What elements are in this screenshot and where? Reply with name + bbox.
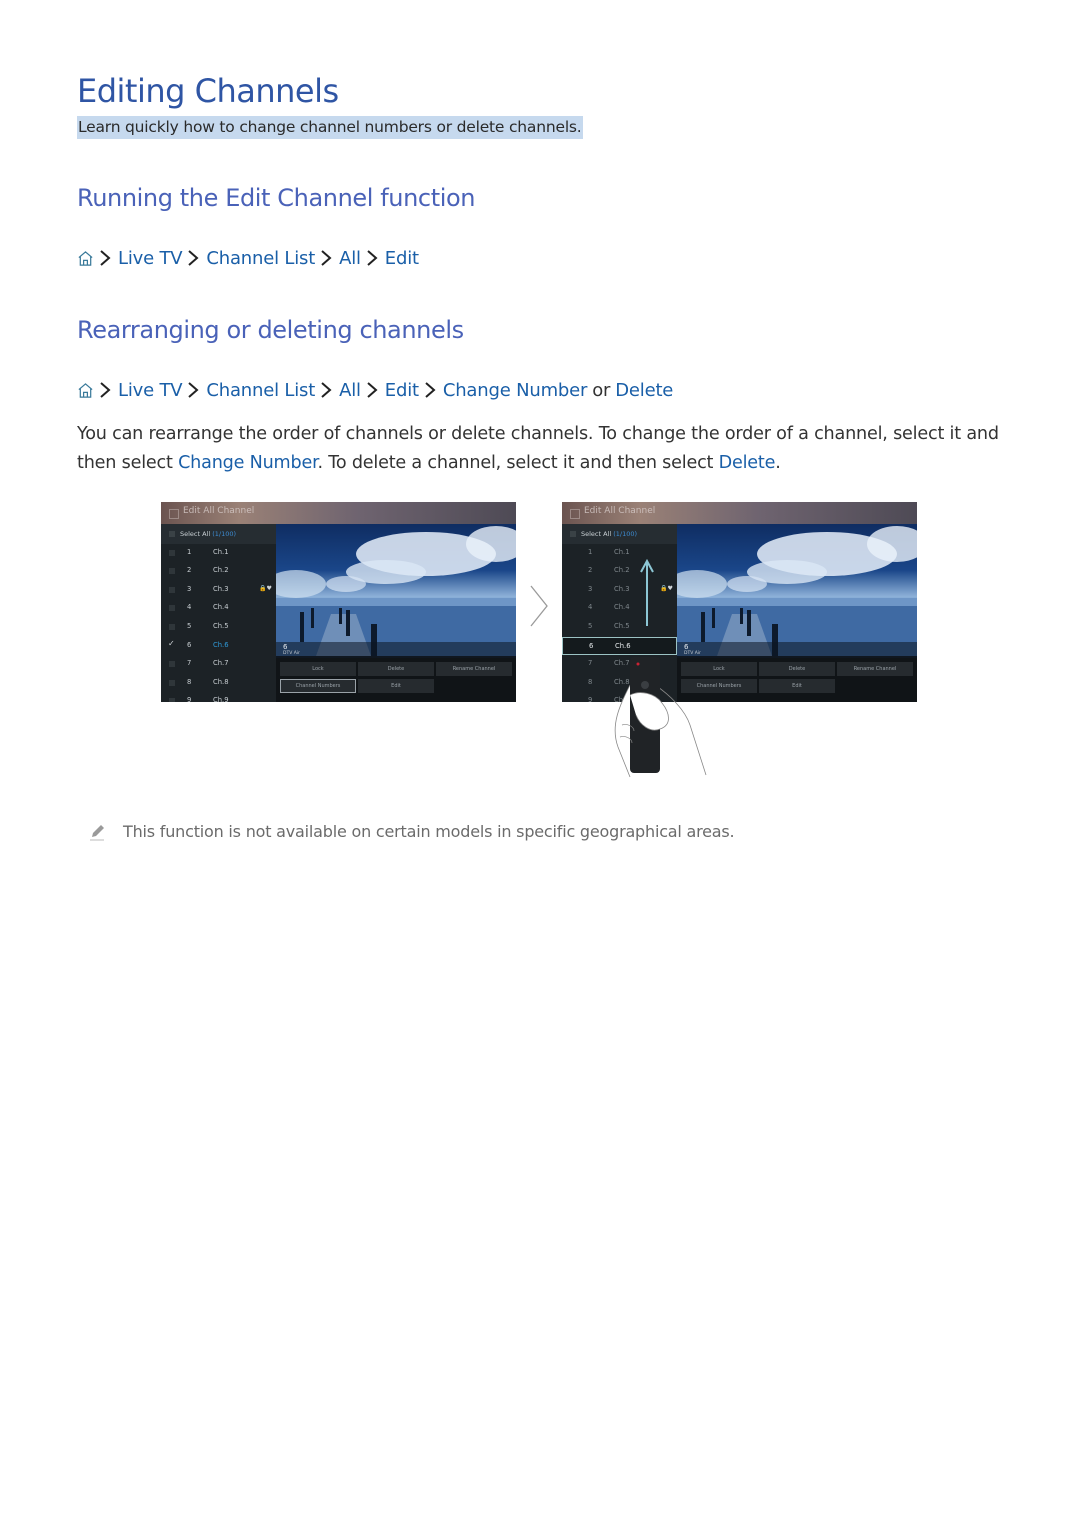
breadcrumb-item-live-tv[interactable]: Live TV bbox=[118, 380, 183, 401]
lock-favorite-icon: 🔒♥ bbox=[660, 585, 673, 592]
body-paragraph: You can rearrange the order of channels … bbox=[77, 420, 1017, 478]
edit-icon bbox=[570, 509, 580, 519]
hand-with-remote-illustration bbox=[614, 657, 707, 778]
channel-row: 4 Ch.4 bbox=[161, 599, 276, 617]
page-subtitle: Learn quickly how to change channel numb… bbox=[77, 116, 583, 139]
chevron-right-icon bbox=[188, 250, 199, 266]
link-change-number[interactable]: Change Number bbox=[178, 453, 318, 473]
check-icon: ✓ bbox=[168, 639, 175, 648]
chevron-right-icon bbox=[321, 382, 332, 398]
checkbox bbox=[570, 531, 576, 537]
breadcrumb-item-all[interactable]: All bbox=[339, 248, 361, 269]
channel-info-bar: 6 DTV Air bbox=[276, 642, 516, 658]
channel-row-selected: ✓ 6 Ch.6 bbox=[168, 639, 229, 649]
screen-header-title: Edit All Channel bbox=[183, 506, 255, 516]
select-count: (1/100) bbox=[613, 530, 638, 538]
home-icon bbox=[78, 250, 93, 266]
channel-row: 3 Ch.3 🔒♥ bbox=[161, 581, 276, 599]
breadcrumb-item-edit[interactable]: Edit bbox=[385, 380, 419, 401]
edit-actions: Lock Delete Rename Channel Channel Numbe… bbox=[276, 658, 516, 702]
chevron-right-icon bbox=[367, 250, 378, 266]
edit-button[interactable]: Edit bbox=[759, 679, 835, 693]
channel-row: 1 Ch.1 bbox=[588, 548, 630, 556]
chevron-right-icon bbox=[321, 250, 332, 266]
tv-picture bbox=[276, 524, 516, 656]
channel-numbers-button[interactable]: Channel Numbers bbox=[280, 679, 356, 693]
pencil-icon bbox=[90, 824, 104, 840]
paragraph-text: . bbox=[775, 453, 781, 473]
channel-row-moving: 6 Ch.6 bbox=[562, 637, 677, 655]
home-icon bbox=[78, 382, 93, 398]
info-source: DTV Air bbox=[283, 651, 300, 656]
channel-row: 1 Ch.1 bbox=[161, 544, 276, 562]
screen-header: Edit All Channel bbox=[562, 502, 917, 524]
breadcrumb-item-channel-list[interactable]: Channel List bbox=[206, 248, 315, 269]
breadcrumb-item-all[interactable]: All bbox=[339, 380, 361, 401]
move-up-arrow-icon bbox=[640, 558, 654, 626]
breadcrumb-item-delete[interactable]: Delete bbox=[615, 380, 673, 401]
delete-button[interactable]: Delete bbox=[358, 662, 434, 676]
channel-list: Select All (1/100) 1 Ch.1 2 Ch.2 3 Ch.3 🔒♥ 4… bbox=[161, 524, 276, 702]
channel-row: 4 Ch.4 bbox=[588, 603, 630, 611]
select-count: (1/100) bbox=[212, 530, 237, 538]
edit-button[interactable]: Edit bbox=[358, 679, 434, 693]
breadcrumb-item-edit[interactable]: Edit bbox=[385, 248, 419, 269]
channel-row: 2 Ch.2 bbox=[161, 562, 276, 580]
channel-row: 8 Ch.8 bbox=[161, 674, 276, 692]
chevron-right-icon bbox=[100, 250, 111, 266]
breadcrumb-change-delete: Live TV Channel List All Edit Change Num… bbox=[77, 377, 673, 403]
tv-screenshot-before: Edit All Channel Select All (1/100) 1 Ch.… bbox=[161, 502, 516, 702]
screen-header: Edit All Channel bbox=[161, 502, 516, 524]
breadcrumb-item-change-number[interactable]: Change Number bbox=[443, 380, 588, 401]
breadcrumb-item-channel-list[interactable]: Channel List bbox=[206, 380, 315, 401]
select-all-row: Select All (1/100) bbox=[562, 524, 677, 544]
section-heading-running-edit: Running the Edit Channel function bbox=[77, 184, 476, 212]
channel-row: 5 Ch.5 bbox=[161, 618, 276, 636]
delete-button[interactable]: Delete bbox=[759, 662, 835, 676]
select-all-label: Select All bbox=[180, 530, 211, 538]
rename-channel-button[interactable]: Rename Channel bbox=[837, 662, 913, 676]
pier-seascape-image bbox=[276, 526, 516, 656]
section-heading-rearranging: Rearranging or deleting channels bbox=[77, 316, 464, 344]
select-all-row: Select All (1/100) bbox=[161, 524, 276, 544]
chevron-right-icon bbox=[425, 382, 436, 398]
page-title: Editing Channels bbox=[77, 72, 339, 110]
paragraph-text: . To delete a channel, select it and the… bbox=[317, 453, 719, 473]
select-all-label: Select All bbox=[581, 530, 612, 538]
link-delete[interactable]: Delete bbox=[719, 453, 776, 473]
channel-row: 2 Ch.2 bbox=[588, 566, 630, 574]
lock-favorite-icon: 🔒♥ bbox=[259, 585, 272, 592]
channel-row: 7 Ch.7 bbox=[161, 655, 276, 673]
next-step-arrow-icon bbox=[530, 585, 548, 627]
tv-picture bbox=[677, 524, 917, 656]
rename-channel-button[interactable]: Rename Channel bbox=[436, 662, 512, 676]
chevron-right-icon bbox=[367, 382, 378, 398]
channel-row: 9 Ch.9 bbox=[161, 692, 276, 702]
screen-header-title: Edit All Channel bbox=[584, 506, 656, 516]
channel-row: 5 Ch.5 bbox=[588, 622, 630, 630]
pier-seascape-image bbox=[677, 526, 917, 656]
lock-button[interactable]: Lock bbox=[280, 662, 356, 676]
info-channel-number: 6 bbox=[283, 643, 288, 651]
checkbox bbox=[169, 531, 175, 537]
info-channel-number: 6 bbox=[684, 643, 689, 651]
breadcrumb-edit-channel: Live TV Channel List All Edit bbox=[77, 245, 419, 271]
chevron-right-icon bbox=[188, 382, 199, 398]
chevron-right-icon bbox=[100, 382, 111, 398]
breadcrumb-item-live-tv[interactable]: Live TV bbox=[118, 248, 183, 269]
channel-row: 3 Ch.3 🔒♥ bbox=[588, 585, 673, 593]
note: This function is not available on certai… bbox=[88, 822, 735, 841]
note-text: This function is not available on certai… bbox=[123, 822, 735, 841]
breadcrumb-joiner: or bbox=[592, 379, 611, 401]
edit-icon bbox=[169, 509, 179, 519]
